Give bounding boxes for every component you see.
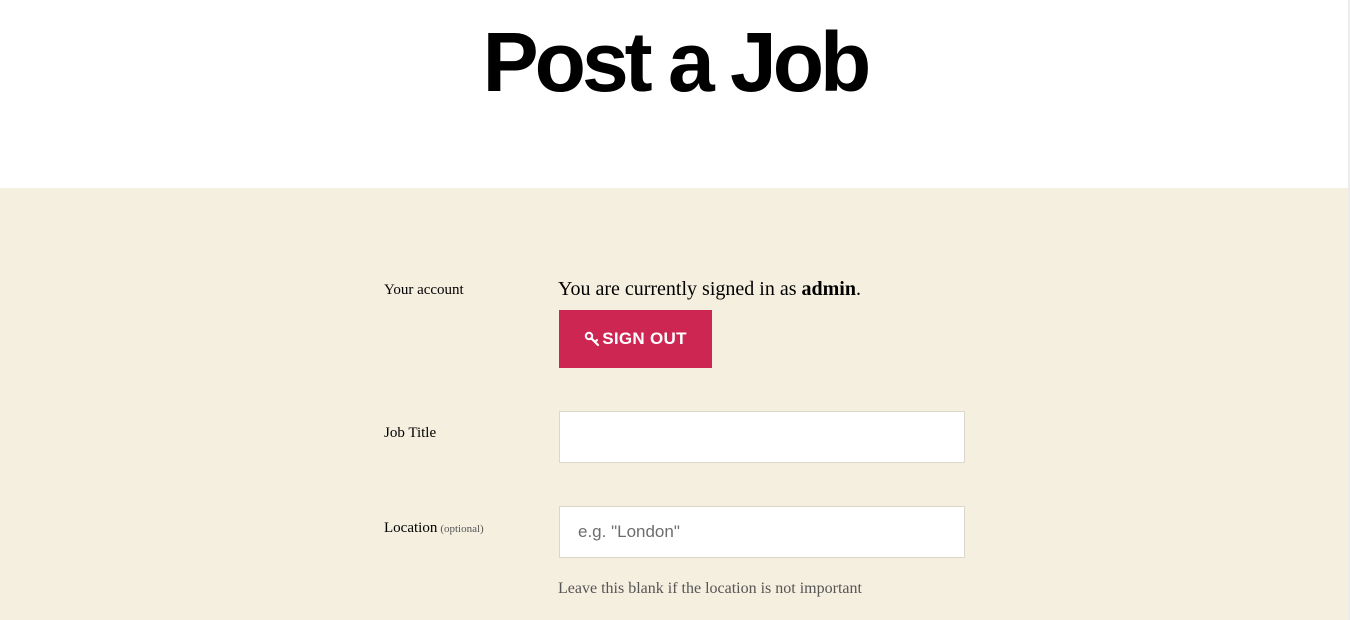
signed-in-suffix: . — [855, 278, 861, 300]
job-title-label: Job Title — [384, 425, 437, 441]
your-account-label: Your account — [384, 282, 464, 298]
page-title: Post a Job — [482, 15, 872, 109]
page-header: Post a Job — [0, 0, 1350, 188]
location-label-text: Location — [384, 520, 438, 536]
sign-out-button[interactable]: SIGN OUT — [559, 310, 712, 368]
key-icon — [584, 331, 600, 347]
signed-in-message: You are currently signed in as admin. — [558, 276, 861, 302]
location-input[interactable] — [559, 506, 965, 558]
location-help-text: Leave this blank if the location is not … — [558, 580, 862, 597]
job-form-section: Your account You are currently signed in… — [0, 188, 1350, 620]
sign-out-label: SIGN OUT — [602, 329, 687, 348]
job-title-input[interactable] — [559, 411, 965, 463]
signed-in-prefix: You are currently signed in as — [558, 278, 802, 300]
optional-indicator: (optional) — [440, 523, 484, 535]
signed-in-username: admin — [801, 278, 856, 300]
location-label: Location (optional) — [384, 518, 484, 539]
